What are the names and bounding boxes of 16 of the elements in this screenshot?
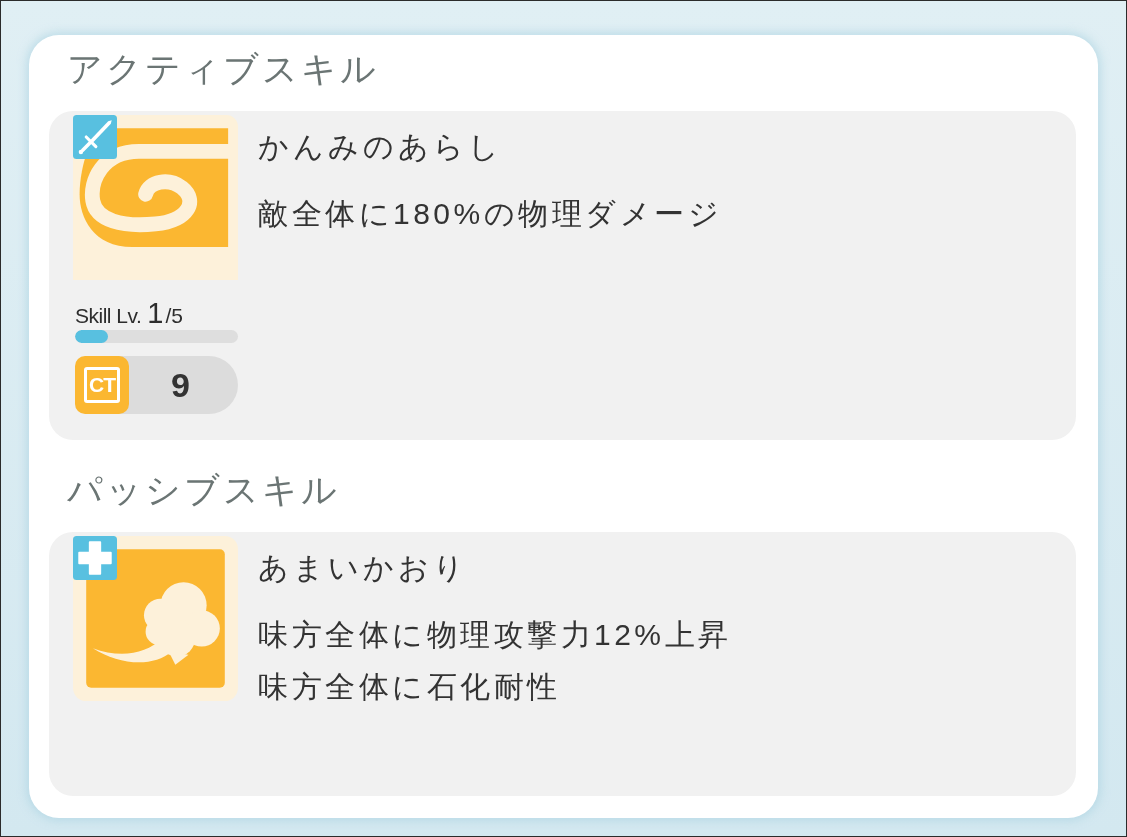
plus-icon: [73, 536, 117, 580]
skill-effect: 敵全体に180%の物理ダメージ: [258, 196, 724, 232]
skill-name: あまいかおり: [258, 550, 469, 586]
cooldown-badge: CT: [75, 356, 129, 414]
skill-effect: 味方全体に石化耐性: [258, 669, 562, 705]
skill-effect: 味方全体に物理攻撃力12%上昇: [258, 617, 733, 653]
swirl-icon: [73, 115, 238, 280]
level-label: Skill Lv.: [75, 303, 142, 329]
sword-icon: [73, 115, 117, 159]
section-heading: アクティブスキル: [67, 48, 380, 90]
level-value: 1: [147, 299, 164, 327]
cloud-icon: [73, 536, 238, 701]
section-heading: パッシブスキル: [67, 469, 341, 511]
skill-name: かんみのあらし: [258, 129, 504, 165]
cooldown-value: 9: [170, 364, 191, 406]
level-max: /5: [165, 303, 183, 329]
